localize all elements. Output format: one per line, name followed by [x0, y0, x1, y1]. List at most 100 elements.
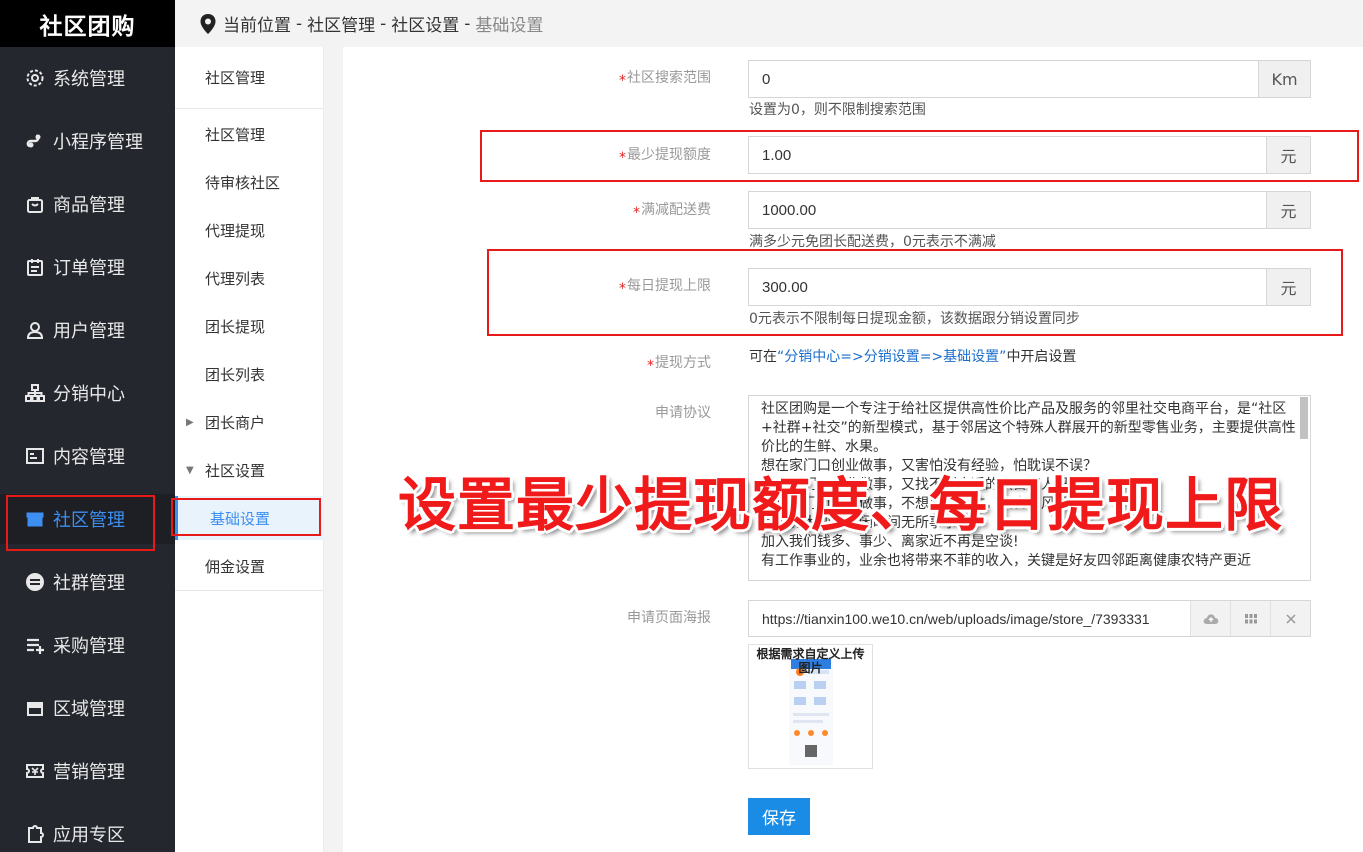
withdraw-method-label: *提现方式	[647, 355, 711, 374]
subnav-item-label: 代理提现	[205, 221, 266, 240]
sidebar-item-label: 社区管理	[53, 510, 125, 531]
breadcrumb-separator: -	[464, 13, 471, 34]
poster-url-input[interactable]	[749, 601, 1190, 636]
sidebar-item-orders[interactable]: 订单管理	[0, 242, 175, 292]
sidebar-item-label: 区域管理	[53, 699, 125, 720]
search-range-label: *社区搜索范围	[619, 70, 711, 89]
subnav-item-label: 佣金设置	[205, 557, 266, 576]
subnav-item-label: 待审核社区	[205, 173, 281, 192]
free-delivery-group: 元	[748, 191, 1311, 229]
subnav-item-label: 社区管理	[205, 125, 266, 144]
min-withdraw-group: 元	[748, 136, 1311, 174]
subnav-item-community-settings[interactable]: ▼ 社区设置	[175, 448, 324, 492]
caret-down-icon: ▼	[186, 464, 194, 476]
user-icon	[24, 319, 46, 341]
min-withdraw-input[interactable]	[749, 137, 1266, 173]
sidebar-item-system[interactable]: 系统管理	[0, 53, 175, 103]
poster-url-group	[748, 600, 1311, 637]
sidebar-item-community[interactable]: 社区管理	[0, 494, 175, 544]
ticket-icon	[24, 760, 46, 782]
bag-icon	[24, 193, 46, 215]
unit-yuan: 元	[1266, 192, 1310, 228]
free-delivery-help: 满多少元免团长配送费，0元表示不满减	[749, 234, 996, 250]
breadcrumb-item-basic: 基础设置	[475, 16, 544, 36]
subnav-divider	[175, 590, 324, 591]
store-icon	[24, 508, 46, 530]
free-delivery-input[interactable]	[749, 192, 1266, 228]
unit-km: Km	[1258, 61, 1310, 97]
subnav-item-label: 团长提现	[205, 317, 266, 336]
scrollbar-thumb[interactable]	[1300, 397, 1308, 439]
min-withdraw-label: *最少提现额度	[619, 147, 711, 166]
search-range-input[interactable]	[749, 61, 1258, 97]
subnav-item-label: 代理列表	[205, 269, 266, 288]
sidebar-item-label: 社群管理	[53, 573, 125, 594]
group-icon	[24, 571, 46, 593]
required-star: *	[633, 205, 640, 221]
close-icon[interactable]	[1270, 601, 1310, 636]
sidebar-item-purchase[interactable]: 采购管理	[0, 620, 175, 670]
distribution-settings-link[interactable]: “分销中心=>分销设置=>基础设置”	[777, 349, 1006, 365]
help-text: 可在	[749, 349, 777, 365]
subnav-item-basic-settings[interactable]: 基础设置	[175, 496, 324, 540]
sidebar-item-label: 内容管理	[53, 447, 125, 468]
sidebar-item-label: 商品管理	[53, 195, 125, 216]
app-logo[interactable]: 社区团购	[0, 0, 175, 47]
annotation-caption: 设置最少提现额度、每日提现上限	[398, 471, 1284, 539]
subnav-item-commission-settings[interactable]: 佣金设置	[175, 544, 324, 588]
daily-limit-help: 0元表示不限制每日提现金额，该数据跟分销设置同步	[749, 311, 1080, 327]
sidebar-item-region[interactable]: 区域管理	[0, 683, 175, 733]
sidebar-item-content[interactable]: 内容管理	[0, 431, 175, 481]
sub-navigation: 社区管理 社区管理 待审核社区 代理提现 代理列表 团长提现 团长列表 ▶ 团长商…	[175, 47, 324, 852]
poster-label: 申请页面海报	[627, 610, 711, 626]
caret-right-icon: ▶	[186, 416, 194, 428]
upload-cloud-icon[interactable]	[1190, 601, 1230, 636]
sidebar-item-goods[interactable]: 商品管理	[0, 179, 175, 229]
sidebar-item-label: 订单管理	[53, 258, 125, 279]
sidebar-item-apps[interactable]: 应用专区	[0, 809, 175, 852]
subnav-item-community[interactable]: 社区管理	[175, 112, 324, 156]
store-icon	[24, 697, 46, 719]
poster-thumbnail[interactable]: 根据需求自定义上传图片	[748, 644, 873, 769]
subnav-item-pending[interactable]: 待审核社区	[175, 160, 324, 204]
breadcrumb-item-community[interactable]: 社区管理	[307, 11, 375, 36]
save-button[interactable]: 保存	[748, 798, 810, 835]
subnav-item-label: 团长列表	[205, 365, 266, 384]
required-star: *	[619, 73, 626, 89]
breadcrumb-item-settings[interactable]: 社区设置	[391, 11, 459, 36]
required-star: *	[619, 281, 626, 297]
free-delivery-label: *满减配送费	[633, 202, 711, 221]
withdraw-method-help: 可在“分销中心=>分销设置=>基础设置”中开启设置	[749, 346, 1076, 366]
subnav-item-agent-list[interactable]: 代理列表	[175, 256, 324, 300]
puzzle-icon	[24, 823, 46, 845]
sidebar-item-label: 系统管理	[53, 69, 125, 90]
subnav-item-leader-withdraw[interactable]: 团长提现	[175, 304, 324, 348]
breadcrumb-current-label: 当前位置	[223, 16, 291, 36]
sidebar-item-users[interactable]: 用户管理	[0, 305, 175, 355]
gear-icon	[24, 67, 46, 89]
sidebar-item-label: 小程序管理	[53, 132, 143, 153]
search-range-group: Km	[748, 60, 1311, 98]
sidebar-item-label: 营销管理	[53, 762, 125, 783]
agreement-label: 申请协议	[655, 405, 711, 421]
sidebar-item-miniprogram[interactable]: 小程序管理	[0, 116, 175, 166]
sidebar-item-marketing[interactable]: 营销管理	[0, 746, 175, 796]
subnav-item-leader-merchant[interactable]: ▶ 团长商户	[175, 400, 324, 444]
sidebar-item-label: 采购管理	[53, 636, 125, 657]
subnav-header: 社区管理	[175, 47, 323, 109]
required-star: *	[647, 358, 654, 374]
sidebar-item-group[interactable]: 社群管理	[0, 557, 175, 607]
miniprogram-icon	[24, 130, 46, 152]
org-chart-icon	[24, 382, 46, 404]
daily-limit-group: 元	[748, 268, 1311, 306]
sidebar-item-label: 用户管理	[53, 321, 125, 342]
breadcrumb-separator: -	[380, 13, 387, 34]
subnav-item-leader-list[interactable]: 团长列表	[175, 352, 324, 396]
subnav-item-agent-withdraw[interactable]: 代理提现	[175, 208, 324, 252]
required-star: *	[619, 150, 626, 166]
grid-icon[interactable]	[1230, 601, 1270, 636]
daily-limit-input[interactable]	[749, 269, 1266, 305]
settings-form: *社区搜索范围 Km 设置为0，则不限制搜索范围 *最少提现额度 元 *满减配送…	[343, 47, 1363, 852]
sidebar-item-distribution[interactable]: 分销中心	[0, 368, 175, 418]
unit-yuan: 元	[1266, 137, 1310, 173]
